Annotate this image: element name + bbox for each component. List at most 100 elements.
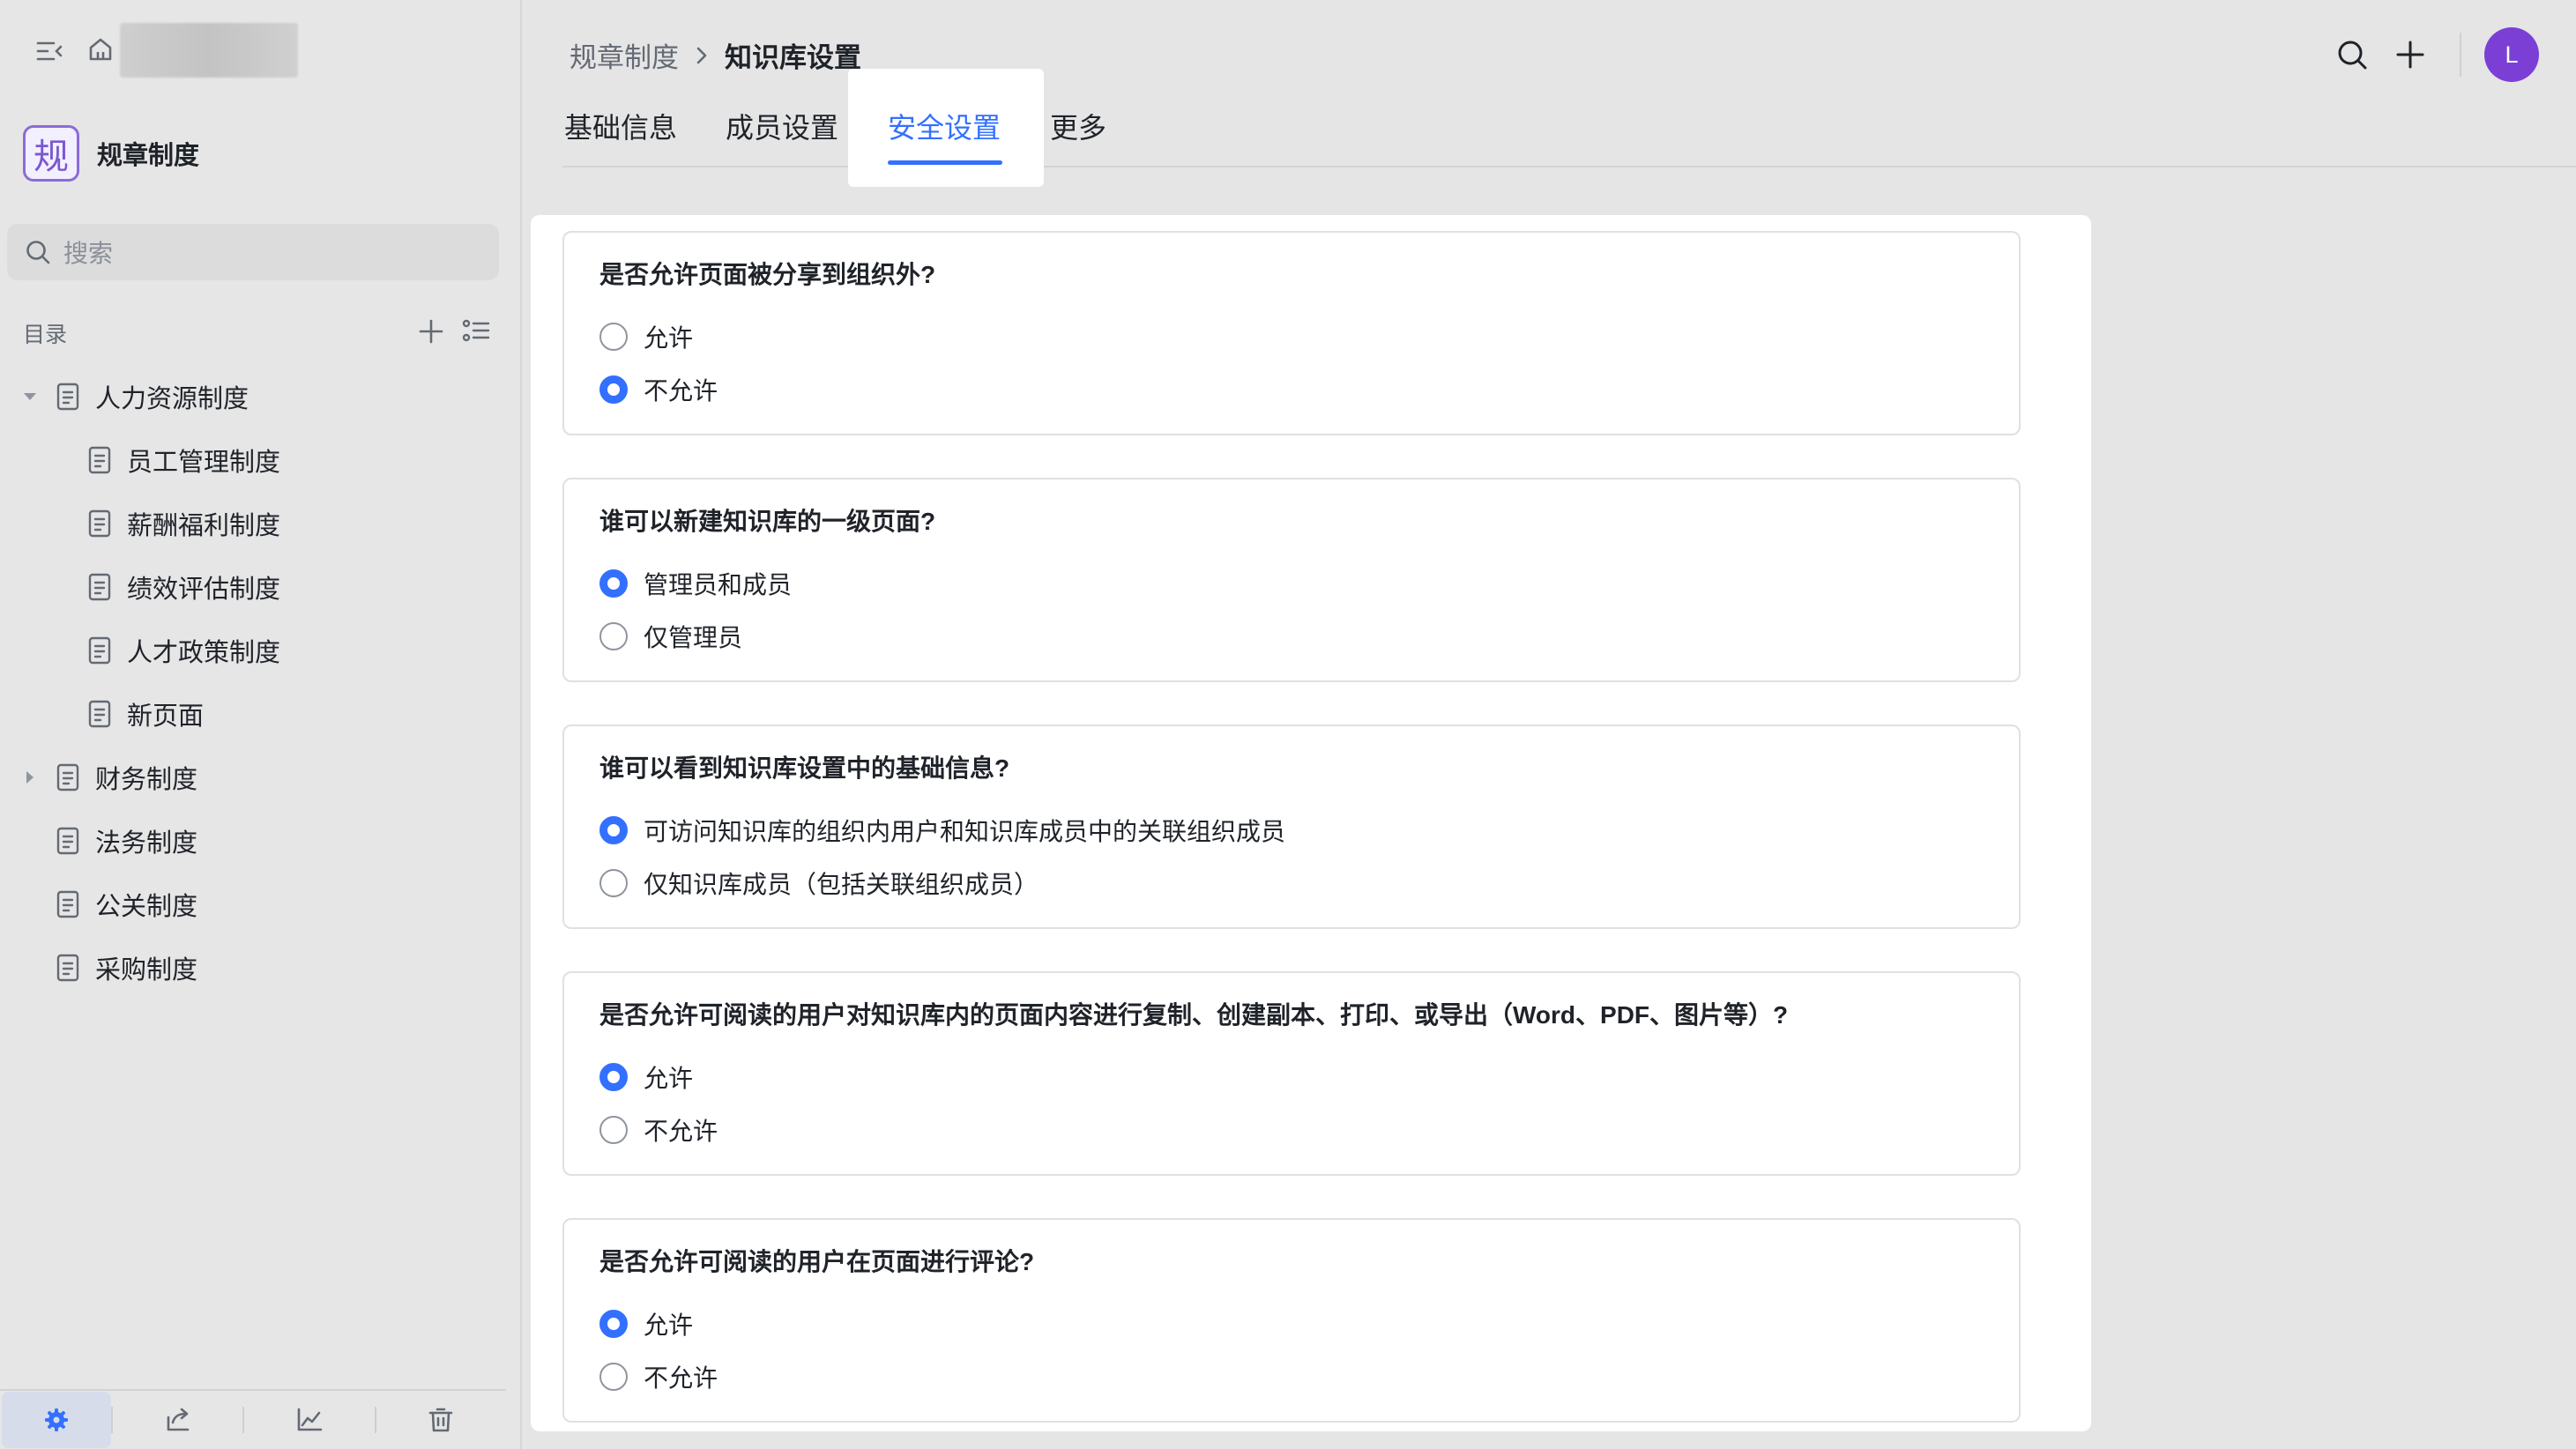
caret-right-icon[interactable] [21, 769, 39, 786]
search-icon [2338, 41, 2367, 70]
tab-more[interactable]: 更多 [1050, 106, 1106, 146]
radio-unchecked[interactable] [599, 1116, 628, 1144]
sidebar: 规 规章制度 搜索 目录 人力资源制度员工管理制度薪酬福利制度 绩效评估制度人才政… [0, 0, 522, 1449]
radio-option[interactable]: 管理员和成员 [599, 557, 2019, 610]
radio-checked[interactable] [599, 1310, 628, 1338]
toc-item-label: 薪酬福利制度 [127, 512, 281, 540]
breadcrumb-parent[interactable]: 规章制度 [570, 35, 679, 75]
toc-item[interactable]: 薪酬福利制度 [0, 492, 520, 555]
trash-icon [428, 1408, 453, 1432]
user-avatar[interactable]: L [2484, 27, 2539, 82]
list-view-icon[interactable] [462, 318, 490, 349]
radio-option[interactable]: 不允许 [599, 1103, 2019, 1156]
document-icon [55, 953, 81, 983]
toc-item[interactable]: 法务制度 [0, 809, 520, 873]
toc-item-label: 采购制度 [95, 956, 198, 985]
radio-checked[interactable] [599, 375, 628, 404]
tab-members[interactable]: 成员设置 [726, 106, 838, 146]
toc-item-label: 绩效评估制度 [127, 576, 281, 604]
document-icon [55, 762, 81, 792]
share-button[interactable] [113, 1392, 242, 1448]
radio-option-label: 可访问知识库的组织内用户和知识库成员中的关联组织成员 [644, 818, 1286, 845]
toc-item[interactable]: 人力资源制度 [0, 365, 520, 428]
search-placeholder: 搜索 [63, 240, 114, 267]
caret-spacer [21, 895, 39, 913]
toc-item[interactable]: 员工管理制度 [0, 428, 520, 492]
toc-item[interactable]: 绩效评估制度 [0, 555, 520, 619]
radio-option-label: 仅知识库成员（包括关联组织成员） [644, 871, 1039, 898]
add-page-icon[interactable] [418, 318, 444, 349]
tab-security[interactable]: 安全设置 [888, 106, 1001, 146]
toc-header: 目录 [23, 316, 490, 351]
setting-card: 是否允许页面被分享到组织外? 允许不允许 [562, 231, 2021, 435]
toc-item-label: 公关制度 [95, 893, 198, 921]
chart-icon [297, 1408, 323, 1431]
radio-option-label: 仅管理员 [644, 624, 743, 651]
radio-checked[interactable] [599, 569, 628, 598]
radio-option[interactable]: 允许 [599, 1297, 2019, 1350]
radio-unchecked[interactable] [599, 622, 628, 650]
analytics-button[interactable] [244, 1392, 374, 1448]
space-header[interactable]: 规 规章制度 [23, 125, 199, 182]
radio-checked[interactable] [599, 816, 628, 844]
gear-icon [44, 1408, 68, 1431]
setting-card: 谁可以新建知识库的一级页面? 管理员和成员 仅管理员 [562, 478, 2021, 682]
radio-option[interactable]: 仅管理员 [599, 610, 2019, 663]
plus-icon [2396, 41, 2424, 69]
create-button[interactable] [2384, 28, 2437, 81]
security-settings-panel: 是否允许页面被分享到组织外? 允许 不允许 谁可以新建知识库的一级页面? 管理员和成员仅… [531, 215, 2091, 1431]
radio-checked[interactable] [599, 1063, 628, 1091]
radio-option-label: 不允许 [644, 1364, 718, 1392]
trash-button[interactable] [376, 1392, 506, 1448]
space-logo: 规 [23, 125, 79, 182]
document-icon [55, 382, 81, 412]
toc-label: 目录 [23, 323, 68, 347]
chevron-right-icon [695, 46, 709, 65]
settings-tabs: 基础信息 成员设置 安全设置 更多 [562, 69, 2576, 187]
radio-option[interactable]: 允许 [599, 310, 2019, 363]
home-icon[interactable] [81, 30, 120, 69]
document-icon [55, 826, 81, 856]
setting-question: 是否允许页面被分享到组织外? [599, 261, 936, 288]
breadcrumb: 规章制度 知识库设置 [570, 35, 861, 75]
radio-unchecked[interactable] [599, 323, 628, 351]
toc-item-label: 财务制度 [95, 766, 198, 794]
share-icon [167, 1408, 189, 1431]
radio-option[interactable]: 不允许 [599, 1350, 2019, 1403]
radio-option[interactable]: 允许 [599, 1051, 2019, 1103]
toc-item-label: 法务制度 [95, 829, 198, 858]
search-button[interactable] [2326, 28, 2379, 81]
workspace-name-redacted [120, 23, 298, 78]
tab-basic-info[interactable]: 基础信息 [564, 106, 677, 146]
radio-option[interactable]: 仅知识库成员（包括关联组织成员） [599, 857, 2019, 910]
toc-item[interactable]: 公关制度 [0, 873, 520, 936]
toc-item[interactable]: 人才政策制度 [0, 619, 520, 682]
setting-card: 谁可以看到知识库设置中的基础信息? 可访问知识库的组织内用户和知识库成员中的关联组… [562, 724, 2021, 929]
radio-option[interactable]: 不允许 [599, 363, 2019, 416]
radio-unchecked[interactable] [599, 1363, 628, 1391]
radio-option[interactable]: 可访问知识库的组织内用户和知识库成员中的关联组织成员 [599, 804, 2019, 857]
setting-card: 是否允许可阅读的用户对知识库内的页面内容进行复制、创建副本、打印、或导出（Wor… [562, 971, 2021, 1176]
document-icon [86, 635, 113, 665]
radio-option-label: 允许 [644, 324, 694, 352]
toc-item-label: 人力资源制度 [95, 385, 249, 413]
caret-down-icon[interactable] [21, 388, 39, 405]
search-icon [26, 241, 50, 264]
document-icon [86, 445, 113, 475]
space-name: 规章制度 [97, 142, 200, 170]
radio-unchecked[interactable] [599, 869, 628, 897]
setting-card: 是否允许可阅读的用户在页面进行评论? 允许 不允许 [562, 1218, 2021, 1423]
document-icon [86, 699, 113, 729]
toc-item[interactable]: 新页面 [0, 682, 520, 746]
settings-button[interactable] [2, 1392, 111, 1448]
search-box[interactable]: 搜索 [7, 224, 499, 280]
collapse-sidebar-icon[interactable] [30, 32, 69, 71]
toc-tree: 人力资源制度员工管理制度薪酬福利制度 绩效评估制度人才政策制度新页面财务制度法务制… [0, 365, 520, 999]
setting-question: 谁可以新建知识库的一级页面? [599, 508, 936, 535]
toc-item[interactable]: 采购制度 [0, 936, 520, 999]
toc-item[interactable]: 财务制度 [0, 746, 520, 809]
radio-option-label: 允许 [644, 1312, 694, 1339]
radio-option-label: 不允许 [644, 377, 718, 405]
toc-item-label: 新页面 [127, 702, 205, 731]
radio-option-label: 管理员和成员 [644, 571, 793, 598]
